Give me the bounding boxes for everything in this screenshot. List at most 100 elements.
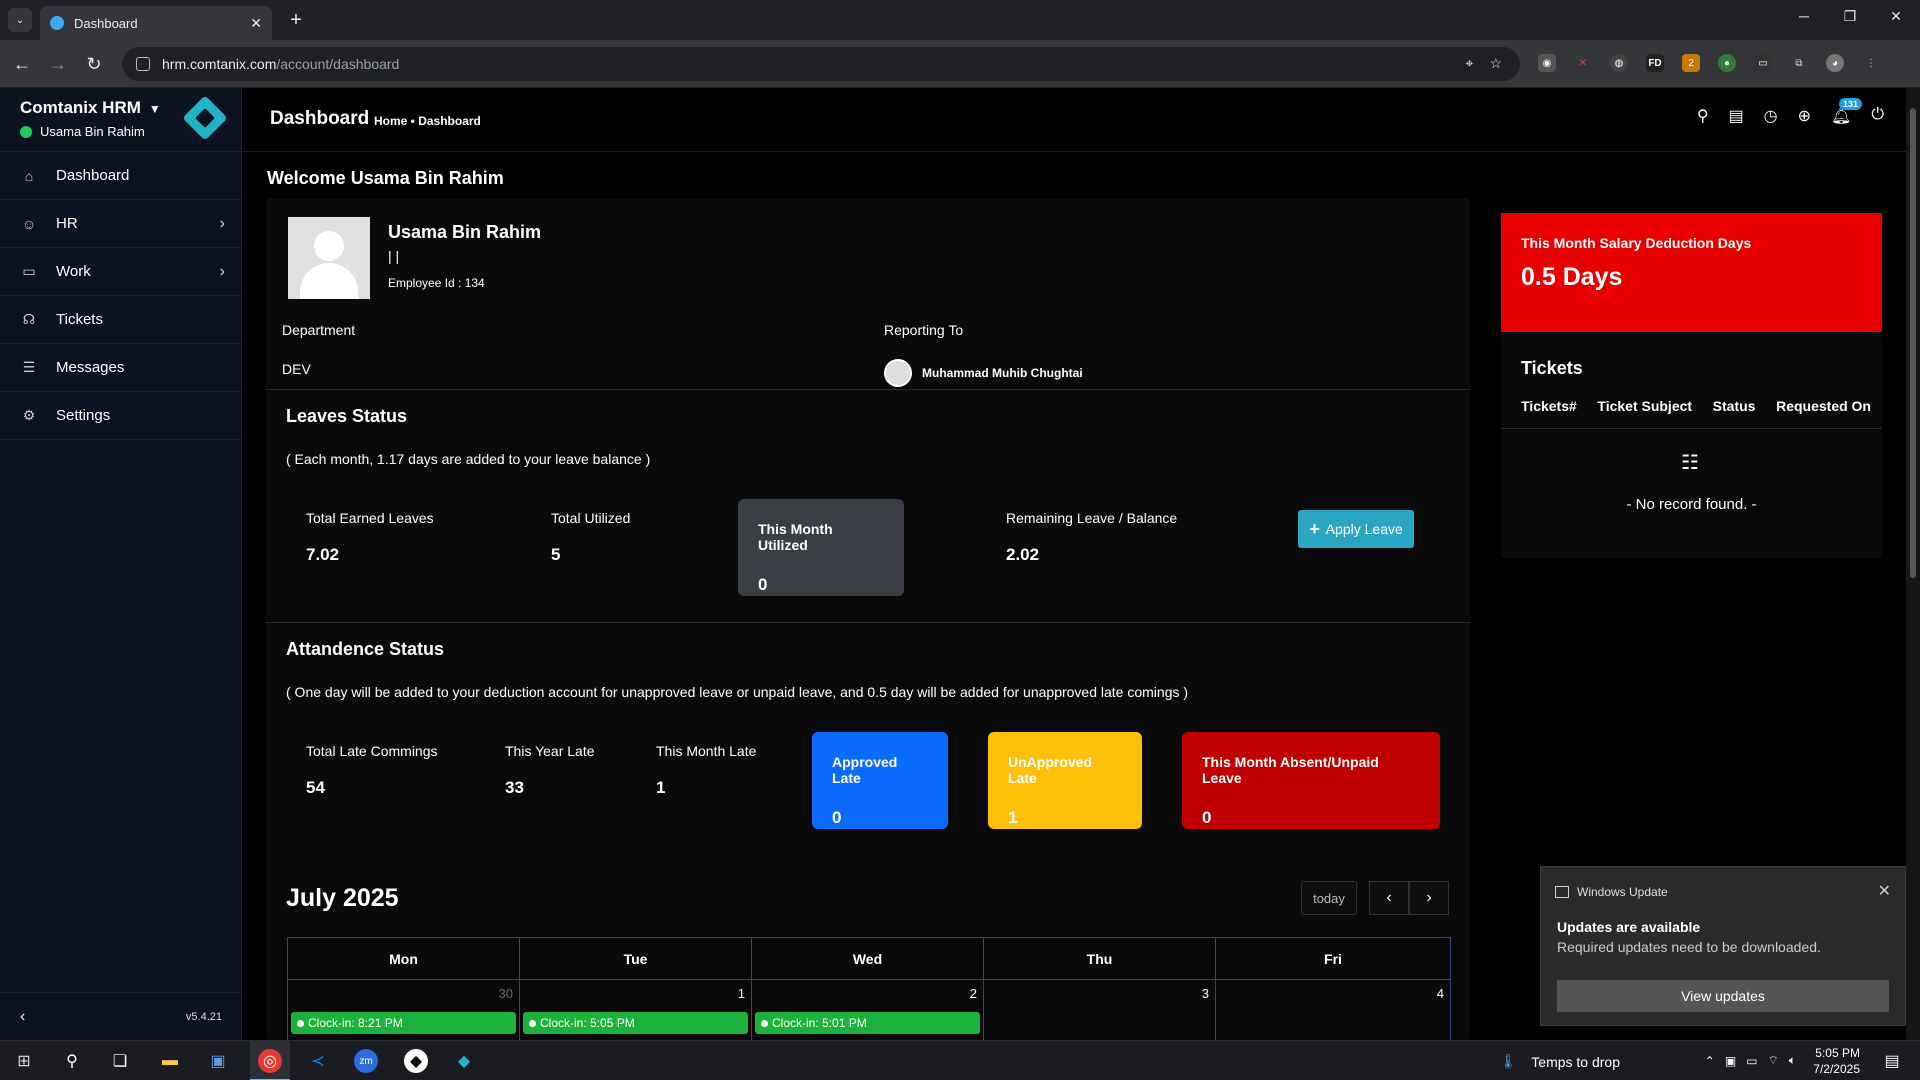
remaining-leave-label: Remaining Leave / Balance xyxy=(1006,510,1178,526)
sidebar-item-dashboard[interactable]: ⌂ Dashboard xyxy=(0,152,241,200)
notification-center-icon[interactable]: ▤ xyxy=(1880,1049,1904,1073)
extension-globe-icon[interactable]: ◍ xyxy=(1610,54,1628,72)
total-utilized-value: 5 xyxy=(551,545,561,564)
zoom-icon[interactable]: zm xyxy=(354,1049,378,1073)
event-dot-icon xyxy=(761,1019,768,1027)
tray-chevron-icon[interactable]: ⌃ xyxy=(1705,1054,1715,1068)
calendar-cell[interactable]: 1 Clock-in: 5:05 PM xyxy=(520,980,752,1041)
windows-start-icon[interactable]: ⊞ xyxy=(12,1049,36,1073)
breadcrumb[interactable]: Home • Dashboard xyxy=(374,114,481,128)
month-utilized-value: 0 xyxy=(758,575,768,594)
reload-button[interactable]: ↻ xyxy=(82,52,106,76)
extension-green-icon[interactable]: ● xyxy=(1718,54,1736,72)
calendar-prev-button[interactable]: ‹ xyxy=(1369,881,1409,915)
calendar-event[interactable]: Clock-in: 5:01 PM xyxy=(755,1012,980,1034)
scrollbar-thumb[interactable] xyxy=(1910,108,1916,578)
brand-label: Comtanix HRM xyxy=(20,98,141,117)
collapse-sidebar-icon[interactable]: ‹ xyxy=(20,1008,25,1026)
employee-name: Usama Bin Rahim xyxy=(388,222,542,242)
calendar-event[interactable]: Clock-in: 5:05 PM xyxy=(523,1012,748,1034)
employee-separator: | | xyxy=(388,248,400,264)
bookmark-star-icon[interactable]: ☆ xyxy=(1489,55,1502,72)
tickets-column-header[interactable]: Status xyxy=(1713,398,1756,414)
browser-tab[interactable]: Dashboard ✕ xyxy=(40,6,272,40)
minimize-button[interactable]: ─ xyxy=(1784,8,1824,24)
power-icon[interactable]: ⏻ xyxy=(1871,106,1884,126)
app-drop-icon[interactable]: ◆ xyxy=(404,1049,428,1073)
extension-glasses-icon[interactable]: ◉ xyxy=(1538,54,1556,72)
avatar xyxy=(288,217,370,299)
sidebar-item-label: Work xyxy=(56,263,91,280)
calendar-cell[interactable]: 30 Clock-in: 8:21 PM xyxy=(288,980,520,1041)
calendar-cell[interactable]: 4 xyxy=(1216,980,1451,1041)
url-input[interactable]: hrm.comtanix.com/account/dashboard ⌖ ☆ xyxy=(122,47,1520,81)
notes-icon[interactable]: ▤ xyxy=(1729,106,1744,126)
online-status-icon xyxy=(20,125,32,138)
chrome-icon[interactable]: ◎ xyxy=(258,1049,282,1073)
tickets-column-header[interactable]: Requested On xyxy=(1776,398,1871,414)
view-updates-button[interactable]: View updates xyxy=(1557,980,1889,1012)
page-scrollbar[interactable] xyxy=(1906,88,1920,1040)
extension-fd-icon[interactable]: FD xyxy=(1646,54,1664,72)
vscode-icon[interactable]: ≺ xyxy=(306,1049,330,1073)
speaker-icon[interactable]: 🔈︎ xyxy=(1789,1053,1796,1068)
add-circle-icon[interactable]: ⊕ xyxy=(1798,106,1811,126)
tickets-column-header[interactable]: Tickets# xyxy=(1521,398,1577,414)
extension-box-icon[interactable]: ▭ xyxy=(1754,54,1772,72)
store-icon[interactable]: ▣ xyxy=(206,1049,230,1073)
address-toolbar: ← → ↻ hrm.comtanix.com/account/dashboard… xyxy=(0,40,1920,88)
apply-leave-button[interactable]: + Apply Leave xyxy=(1298,510,1414,548)
sidebar-item-messages[interactable]: ☰ Messages xyxy=(0,344,241,392)
month-late-value: 1 xyxy=(656,778,666,797)
sidebar-item-tickets[interactable]: ☊ Tickets xyxy=(0,296,241,344)
tickets-column-header[interactable]: Ticket Subject xyxy=(1597,398,1692,414)
month-utilized-box: This Month Utilized 0 xyxy=(738,499,904,596)
close-tab-icon[interactable]: ✕ xyxy=(250,15,262,32)
comtanix-app-icon[interactable]: ◆ xyxy=(452,1049,476,1073)
wifi-icon[interactable]: ⌔ xyxy=(1768,1053,1779,1068)
extension-close-icon[interactable]: ✕ xyxy=(1574,54,1592,72)
close-icon[interactable]: ✕ xyxy=(1878,881,1891,901)
new-tab-button[interactable]: + xyxy=(284,8,308,32)
calendar-cell[interactable]: 3 xyxy=(984,980,1216,1041)
year-late-label: This Year Late xyxy=(505,743,595,759)
close-window-button[interactable]: ✕ xyxy=(1876,8,1916,25)
sidebar-item-hr[interactable]: ☺ HR › xyxy=(0,200,241,248)
site-info-icon[interactable] xyxy=(136,57,150,71)
users-icon: ☺ xyxy=(21,215,37,232)
location-icon[interactable]: ⌖ xyxy=(1466,55,1474,72)
tickets-empty-message: - No record found. - xyxy=(1626,496,1757,513)
sidebar-item-settings[interactable]: ⚙ Settings xyxy=(0,392,241,440)
weather-widget[interactable]: 🌡︎ Temps to drop xyxy=(1500,1053,1621,1070)
profile-avatar-icon[interactable]: ◕ xyxy=(1826,54,1844,72)
browser-menu-icon[interactable]: ⋮ xyxy=(1862,54,1880,72)
battery-icon[interactable]: ▭ xyxy=(1746,1054,1757,1068)
calendar-day-header: Mon xyxy=(288,938,520,980)
task-view-icon[interactable]: ❏ xyxy=(108,1049,132,1073)
taskbar-clock[interactable]: 5:05 PM 7/2/2025 xyxy=(1813,1045,1860,1077)
forward-button[interactable]: → xyxy=(46,52,70,76)
brand-header[interactable]: Comtanix HRM ▼ Usama Bin Rahim xyxy=(0,88,241,152)
calendar-today-button[interactable]: today xyxy=(1301,881,1357,915)
tray-app-icon[interactable]: ▣ xyxy=(1725,1054,1736,1068)
chevron-down-icon[interactable]: ▼ xyxy=(149,102,161,116)
back-button[interactable]: ← xyxy=(10,52,34,76)
calendar-event[interactable]: Clock-in: 8:21 PM xyxy=(291,1012,516,1034)
restore-button[interactable]: ❐ xyxy=(1830,8,1870,25)
sidebar-item-work[interactable]: ▭ Work › xyxy=(0,248,241,296)
calendar-next-button[interactable]: › xyxy=(1409,881,1449,915)
tab-search-button[interactable]: ⌄ xyxy=(8,8,32,32)
search-icon[interactable]: ⚲ xyxy=(60,1049,84,1073)
search-icon[interactable]: ⚲ xyxy=(1697,106,1709,126)
extension-badge-icon[interactable]: 2 xyxy=(1682,54,1700,72)
event-label: Clock-in: 5:05 PM xyxy=(540,1016,635,1030)
extensions-bar: ◉ ✕ ◍ FD 2 ● ▭ ⧉ ◕ ⋮ xyxy=(1538,54,1880,72)
list-icon: ☷ xyxy=(1681,452,1699,474)
clock-date: 7/2/2025 xyxy=(1813,1062,1860,1076)
clock-icon[interactable]: ◷ xyxy=(1764,106,1778,126)
file-explorer-icon[interactable]: ▬ xyxy=(158,1049,182,1073)
bell-icon[interactable]: 🔔︎ 131 xyxy=(1831,98,1863,126)
extensions-puzzle-icon[interactable]: ⧉ xyxy=(1790,54,1808,72)
calendar-cell[interactable]: 2 Clock-in: 5:01 PM xyxy=(752,980,984,1041)
salary-deduction-value: 0.5 Days xyxy=(1521,263,1623,291)
